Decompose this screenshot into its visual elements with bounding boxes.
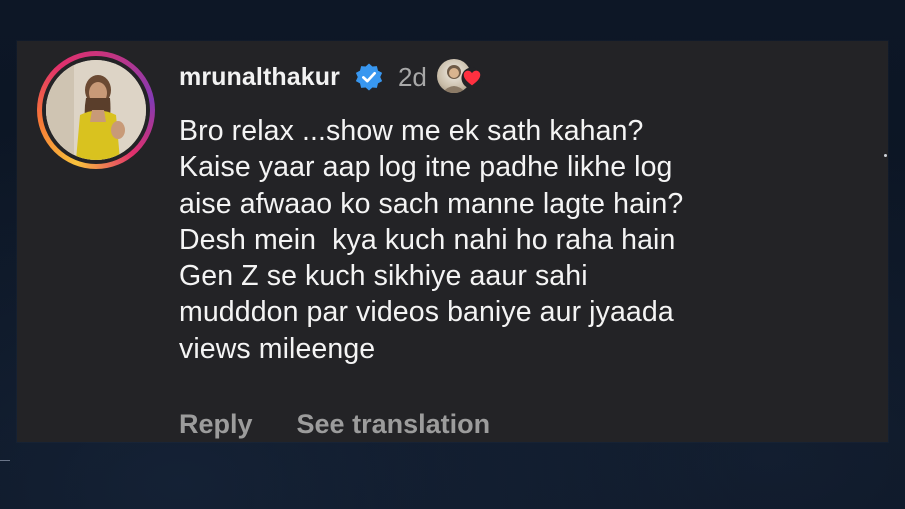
see-translation-button[interactable]: See translation: [297, 409, 491, 440]
comment-line: views mileenge: [179, 332, 376, 365]
comment-header: mrunalthakur 2d: [179, 57, 489, 97]
username[interactable]: mrunalthakur: [179, 63, 340, 92]
comment-line: Kaise yaar aap log itne padhe likhe log: [179, 151, 673, 184]
comment-age: 2d: [397, 61, 427, 92]
comment-card: mrunalthakur 2d Bro relax ...show me ek …: [17, 41, 888, 442]
profile-avatar[interactable]: [37, 51, 155, 169]
comment-text: Bro relax ...show me ek sath kahan? Kais…: [179, 113, 869, 367]
reply-button[interactable]: Reply: [179, 409, 253, 440]
edge-mark: [0, 460, 10, 461]
comment-line: Gen Z se kuch sikhiye aaur sahi: [179, 260, 588, 293]
edge-dot: [884, 154, 887, 157]
comment-actions: Reply See translation: [179, 409, 490, 440]
avatar-person-icon: [46, 60, 146, 160]
comment-line: mudddon par videos baniye aur jyaada: [179, 296, 674, 329]
creator-liked-indicator: [436, 57, 489, 97]
heart-icon: [461, 67, 483, 89]
comment-line: aise afwaao ko sach manne lagte hain?: [179, 187, 684, 220]
comment-line: Desh mein kya kuch nahi ho raha hain: [179, 223, 676, 256]
comment-line: Bro relax ...show me ek sath kahan?: [179, 115, 644, 147]
avatar-photo: [46, 60, 146, 160]
verified-badge-icon: [355, 63, 383, 91]
